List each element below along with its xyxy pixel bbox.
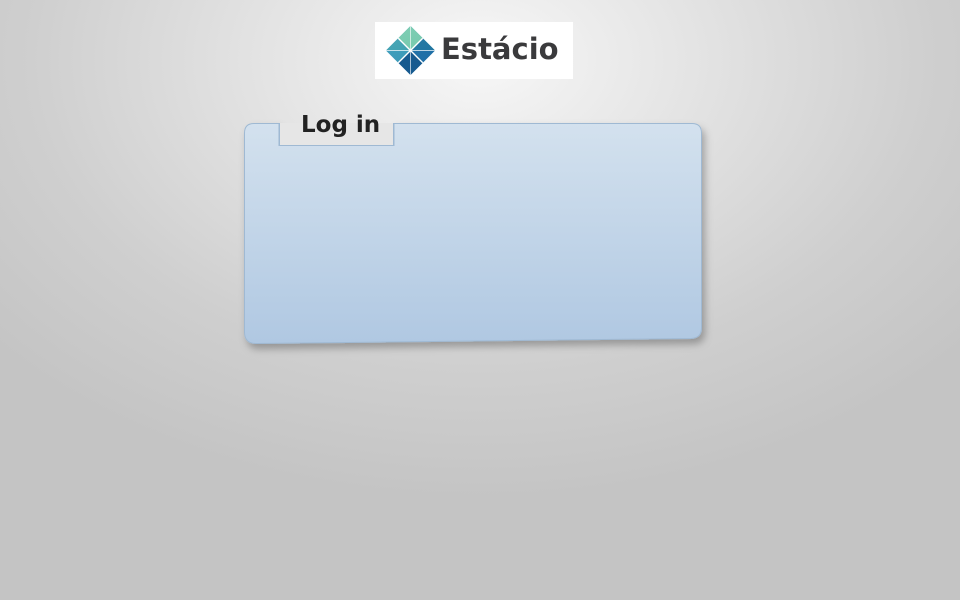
login-tab-title: Log in <box>301 112 381 138</box>
login-panel-background <box>244 123 702 345</box>
logo-wordmark: Estácio <box>441 32 559 66</box>
estacio-diamond-logo-icon <box>386 26 435 75</box>
estacio-logo: Estácio <box>375 22 573 79</box>
login-panel <box>244 123 702 345</box>
